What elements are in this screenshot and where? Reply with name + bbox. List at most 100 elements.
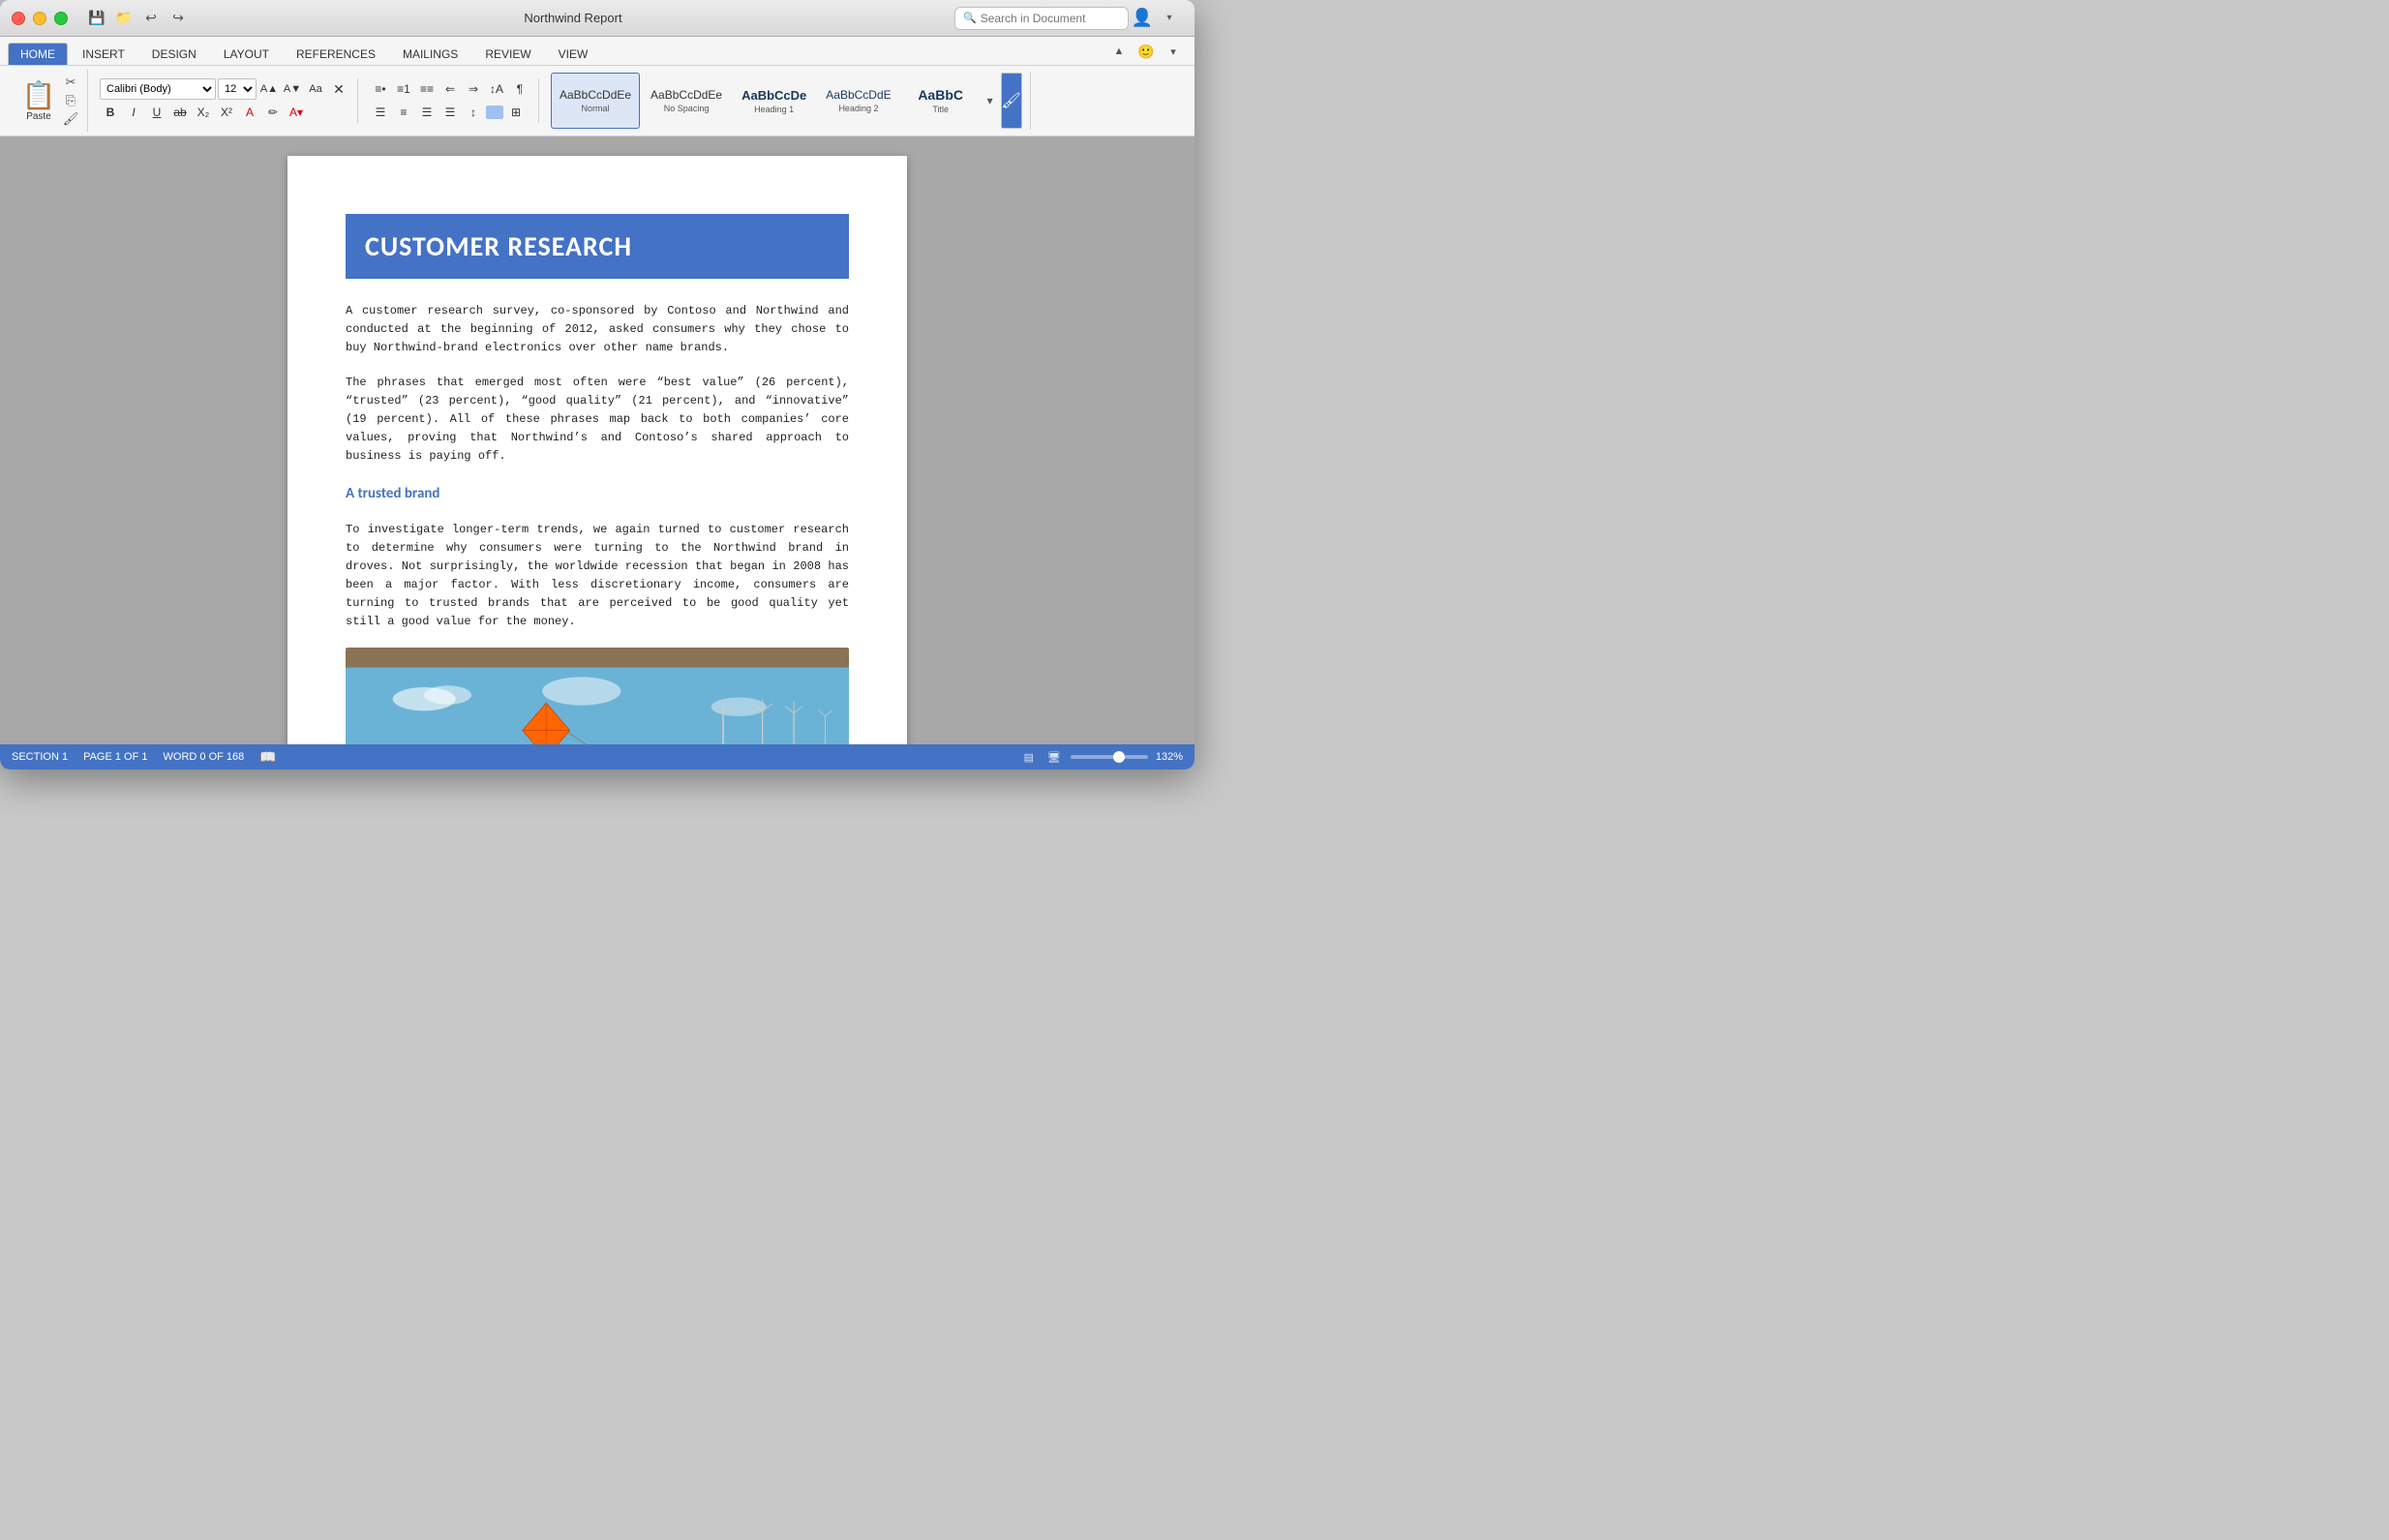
minimize-button[interactable] xyxy=(33,12,46,25)
strikethrough-button[interactable]: ab xyxy=(169,102,191,123)
numbering-button[interactable]: ≡1 xyxy=(393,78,414,100)
status-left: SECTION 1 PAGE 1 OF 1 WORD 0 OF 168 📖 xyxy=(12,749,1005,766)
search-input[interactable] xyxy=(981,12,1120,25)
borders-button[interactable]: ⊞ xyxy=(505,102,527,123)
decrease-font-button[interactable]: A▼ xyxy=(282,78,303,100)
increase-font-button[interactable]: A▲ xyxy=(258,78,280,100)
document-body: A customer research survey, co-sponsored… xyxy=(346,302,849,632)
style-heading2[interactable]: AaBbCcDdE Heading 2 xyxy=(817,73,899,129)
clear-format-button[interactable]: ✕ xyxy=(328,78,349,100)
web-view-icon[interactable]: 🖥 xyxy=(1045,748,1063,766)
highlight-button[interactable]: ✏ xyxy=(262,102,284,123)
style-heading2-label: Heading 2 xyxy=(838,104,878,113)
document-title-banner: CUSTOMER RESEARCH xyxy=(346,214,849,279)
justify-button[interactable]: ☰ xyxy=(439,102,461,123)
cut-button[interactable]: ✂ xyxy=(62,74,79,91)
status-page: PAGE 1 OF 1 xyxy=(83,751,147,763)
style-heading2-preview: AaBbCcDdE xyxy=(826,88,891,102)
underline-button[interactable]: U xyxy=(146,102,167,123)
font-row-2: B I U ab X₂ X² A ✏ A▾ xyxy=(100,102,349,123)
multilevel-button[interactable]: ≡≡ xyxy=(416,78,438,100)
italic-button[interactable]: I xyxy=(123,102,144,123)
app-window: 💾 📁 ↩ ↪ Northwind Report 🔍 👤 ▾ HOME INSE… xyxy=(0,0,1194,770)
print-view-icon[interactable]: ▤ xyxy=(1020,748,1038,766)
document-paragraph-2: The phrases that emerged most often were… xyxy=(346,374,849,467)
search-icon: 🔍 xyxy=(963,12,977,24)
show-marks-button[interactable]: ¶ xyxy=(509,78,530,100)
format-painter-button[interactable]: 🖌 xyxy=(62,110,79,128)
tab-mailings[interactable]: MAILINGS xyxy=(390,43,470,65)
paste-label: Paste xyxy=(26,111,51,122)
tab-layout[interactable]: LAYOUT xyxy=(211,43,282,65)
style-heading1-label: Heading 1 xyxy=(754,105,794,114)
superscript-button[interactable]: X² xyxy=(216,102,237,123)
chevron-icon[interactable]: ▾ xyxy=(1160,38,1187,65)
style-normal-preview: AaBbCcDdEe xyxy=(559,88,631,102)
align-left-button[interactable]: ☰ xyxy=(370,102,391,123)
align-row: ☰ ≡ ☰ ☰ ↕ ⊞ xyxy=(370,102,530,123)
user-icon[interactable]: 👤 xyxy=(1129,5,1156,32)
style-title-label: Title xyxy=(932,105,949,114)
paste-button[interactable]: 📋 Paste xyxy=(15,74,62,128)
status-bar: SECTION 1 PAGE 1 OF 1 WORD 0 OF 168 📖 ▤ … xyxy=(0,744,1194,770)
styles-group: AaBbCcDdEe Normal AaBbCcDdEe No Spacing … xyxy=(543,72,1031,130)
book-icon[interactable]: 📖 xyxy=(259,749,276,766)
bullets-button[interactable]: ≡• xyxy=(370,78,391,100)
tab-design[interactable]: DESIGN xyxy=(139,43,209,65)
tab-insert[interactable]: INSERT xyxy=(70,43,137,65)
style-title-preview: AaBbC xyxy=(918,87,963,103)
document-title: CUSTOMER RESEARCH xyxy=(365,229,830,263)
document-area[interactable]: CUSTOMER RESEARCH A customer research su… xyxy=(0,136,1194,744)
ribbon-collapse-icon[interactable]: ▲ xyxy=(1105,38,1133,65)
document-paragraph-3: To investigate longer-term trends, we ag… xyxy=(346,521,849,632)
font-size-select[interactable]: 12 xyxy=(218,78,257,100)
tab-home[interactable]: HOME xyxy=(8,43,68,65)
style-normal[interactable]: AaBbCcDdEe Normal xyxy=(551,73,640,129)
chevron-down-icon[interactable]: ▾ xyxy=(1156,5,1183,32)
style-title[interactable]: AaBbC Title xyxy=(902,73,980,129)
bold-button[interactable]: B xyxy=(100,102,121,123)
status-section: SECTION 1 xyxy=(12,751,68,763)
emoji-icon[interactable]: 🙂 xyxy=(1133,38,1160,65)
tab-view[interactable]: VIEW xyxy=(546,43,601,65)
font-color-button[interactable]: A xyxy=(239,102,260,123)
tab-references[interactable]: REFERENCES xyxy=(284,43,388,65)
copy-button[interactable]: ⎘ xyxy=(62,92,79,109)
decrease-indent-button[interactable]: ⇐ xyxy=(439,78,461,100)
folder-icon[interactable]: 📁 xyxy=(110,5,137,32)
style-no-spacing-label: No Spacing xyxy=(664,104,710,113)
paste-icon: 📋 xyxy=(22,79,56,111)
font-group: Calibri (Body) 12 A▲ A▼ Aa ✕ B I U ab X₂ xyxy=(92,78,358,123)
font-row-1: Calibri (Body) 12 A▲ A▼ Aa ✕ xyxy=(100,78,349,100)
status-words: WORD 0 OF 168 xyxy=(164,751,245,763)
text-color-button[interactable]: A▾ xyxy=(286,102,307,123)
subscript-button[interactable]: X₂ xyxy=(193,102,214,123)
font-name-select[interactable]: Calibri (Body) xyxy=(100,78,216,100)
paste-side-buttons: ✂ ⎘ 🖌 xyxy=(62,74,79,128)
redo-icon[interactable]: ↪ xyxy=(165,5,192,32)
zoom-slider[interactable] xyxy=(1071,755,1148,759)
align-center-button[interactable]: ≡ xyxy=(393,102,414,123)
line-spacing-button[interactable]: ↕ xyxy=(463,102,484,123)
ribbon-tabs: HOME INSERT DESIGN LAYOUT REFERENCES MAI… xyxy=(0,37,1194,66)
save-icon[interactable]: 💾 xyxy=(83,5,110,32)
close-button[interactable] xyxy=(12,12,25,25)
document-image xyxy=(346,648,849,744)
change-case-button[interactable]: Aa xyxy=(305,78,326,100)
align-right-button[interactable]: ☰ xyxy=(416,102,438,123)
shading-button[interactable] xyxy=(486,106,503,119)
style-no-spacing[interactable]: AaBbCcDdEe No Spacing xyxy=(642,73,731,129)
styles-scroll-down[interactable]: ▾ xyxy=(982,72,999,130)
increase-indent-button[interactable]: ⇒ xyxy=(463,78,484,100)
kite-scene-svg xyxy=(346,648,849,744)
styles-expand-button[interactable]: 🖌 xyxy=(1001,73,1022,129)
style-heading1-preview: AaBbCcDe xyxy=(741,88,806,103)
undo-icon[interactable]: ↩ xyxy=(137,5,165,32)
sort-button[interactable]: ↕A xyxy=(486,78,507,100)
fullscreen-button[interactable] xyxy=(54,12,68,25)
search-box[interactable]: 🔍 xyxy=(954,7,1129,30)
status-right: ▤ 🖥 132% xyxy=(1020,748,1183,766)
style-normal-label: Normal xyxy=(582,104,610,113)
style-heading1[interactable]: AaBbCcDe Heading 1 xyxy=(733,73,815,129)
tab-review[interactable]: REVIEW xyxy=(472,43,543,65)
